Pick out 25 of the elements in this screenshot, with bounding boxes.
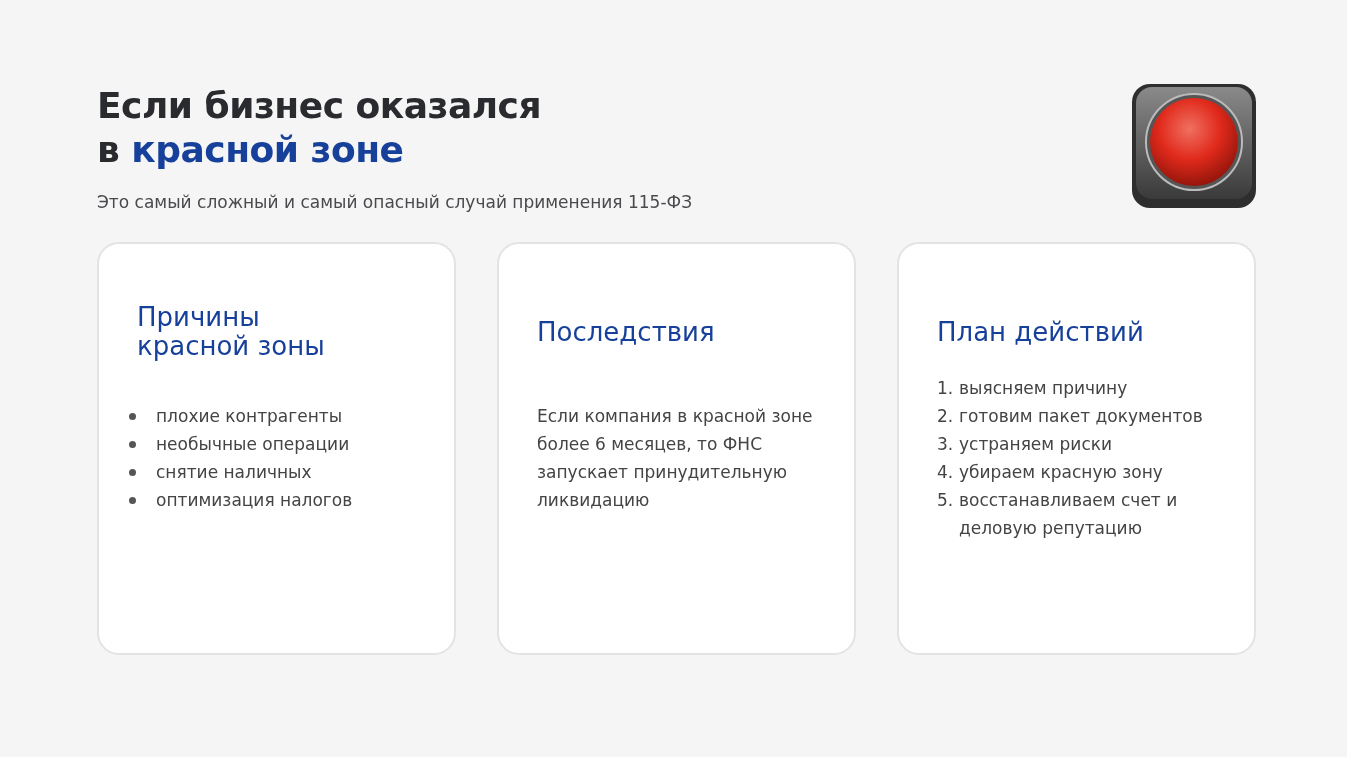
card-title: План действий [937, 317, 1144, 347]
page-title: Если бизнес оказался в красной зоне [97, 84, 542, 172]
bullet-icon [129, 441, 136, 448]
card-title: Причины красной зоны [137, 303, 325, 361]
list-item: выясняем причину [959, 377, 1128, 400]
bullet-icon [129, 469, 136, 476]
page-subtitle: Это самый сложный и самый опасный случай применения 115-ФЗ [97, 192, 693, 212]
list-item: готовим пакет документов [959, 405, 1203, 428]
bullet-icon [129, 413, 136, 420]
list-number: 1. [937, 377, 955, 400]
list-item: устраняем риски [959, 433, 1113, 456]
list-item: необычные операции [156, 433, 350, 456]
list-item: оптимизация налогов [156, 489, 353, 512]
bullet-icon [129, 497, 136, 504]
list-number: 2. [937, 405, 955, 428]
list-number: 5. [937, 489, 955, 512]
card-text: Если компания в красной зоне более 6 месяцев, то ФНС запускает принудительную ликвидацию [537, 405, 814, 512]
list-item: восстанавливаем счет и деловую репутацию [959, 489, 1179, 540]
list-number: 3. [937, 433, 955, 456]
list-item: плохие контрагенты [156, 405, 343, 428]
list-number: 4. [937, 461, 955, 484]
list-item: убираем красную зону [959, 461, 1163, 484]
list-item: снятие наличных [156, 461, 312, 484]
card-title: Последствия [537, 317, 715, 347]
signal-light-icon [1132, 84, 1256, 208]
